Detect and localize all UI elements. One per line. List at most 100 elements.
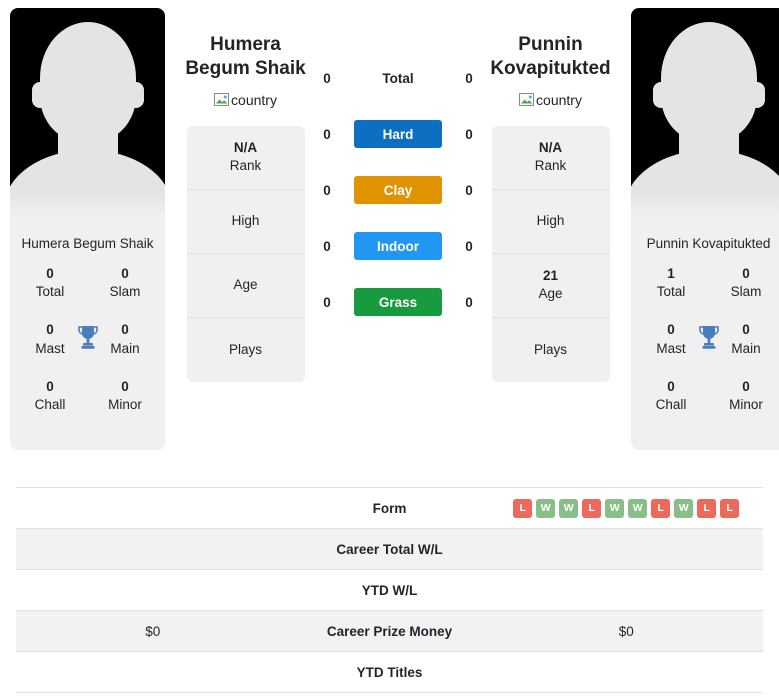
- surface-label-clay: Clay: [354, 176, 442, 204]
- titles-row: 0 Total 0 Slam: [18, 265, 157, 301]
- form-badges: LWWLWWLWLL: [513, 498, 740, 518]
- title-stat-value: 1: [667, 266, 675, 281]
- row-label: YTD Titles: [356, 664, 423, 680]
- info-label: Rank: [534, 158, 567, 173]
- info-value: N/A: [538, 140, 563, 156]
- table-row-career-prize-money: $0 Career Prize Money $0: [16, 611, 763, 652]
- table-row-form: Form LWWLWWLWLL: [16, 488, 763, 529]
- country-flag-left: country: [214, 92, 277, 108]
- surface-value-left: 0: [323, 126, 331, 142]
- surface-value-left: 0: [323, 294, 331, 310]
- row-value-right: $0: [618, 623, 634, 639]
- player-name-left: Humera Begum Shaik: [185, 33, 305, 81]
- info-cell-high: High: [491, 190, 610, 254]
- info-cell-rank: N/A Rank: [491, 126, 610, 190]
- title-stat-label: Chall: [655, 397, 687, 413]
- form-badge-win: W: [674, 498, 694, 518]
- title-stat-label: Mast: [656, 340, 686, 356]
- info-label: High: [231, 213, 260, 229]
- title-stat-value: 0: [742, 378, 750, 394]
- title-stat-main: 0 Main: [720, 321, 772, 357]
- form-badge-loss: L: [651, 498, 671, 518]
- player-comparison-page: Humera Begum Shaik 0 Total 0 Slam 0 Mast…: [0, 0, 779, 699]
- trophy-icon: [77, 326, 98, 349]
- player-card-name-left: Humera Begum Shaik: [21, 236, 154, 251]
- silhouette-ear-right: [127, 82, 144, 108]
- row-label: Career Total W/L: [336, 541, 443, 557]
- player-photo-card-left: Humera Begum Shaik 0 Total 0 Slam 0 Mast…: [10, 8, 165, 451]
- surface-value-right: 0: [465, 238, 473, 254]
- title-stat-label: Slam: [109, 284, 141, 300]
- player-name-right: Punnin Kovapitukted: [490, 33, 610, 81]
- form-badge-loss: L: [513, 498, 533, 518]
- surface-value-right: 0: [465, 126, 473, 142]
- country-alt-text: country: [231, 91, 277, 108]
- info-cell-plays: Plays: [187, 318, 305, 382]
- title-stat-main: 0 Main: [99, 321, 151, 357]
- title-stat-value: 0: [121, 266, 129, 281]
- info-value: N/A: [233, 140, 258, 156]
- form-badge-loss: L: [720, 498, 740, 518]
- player-info-column-left: Humera Begum Shaik country N/A Rank High…: [183, 8, 308, 382]
- info-value: 21: [542, 268, 559, 284]
- player-card-name-right: Punnin Kovapitukted: [646, 236, 771, 251]
- title-stat-label: Chall: [34, 397, 66, 413]
- info-cell-age: 21 Age: [491, 254, 610, 318]
- row-value-right: LWWLWWLWLL: [490, 498, 764, 518]
- title-stat-value: 0: [46, 378, 54, 394]
- player-name-line-1: Punnin: [518, 34, 583, 55]
- titles-row: 1 Total 0 Slam: [639, 265, 778, 301]
- surface-label-indoor: Indoor: [354, 232, 442, 260]
- title-stat-slam: 0 Slam: [720, 265, 772, 301]
- surface-value-right: 0: [465, 294, 473, 310]
- title-stat-label: Total: [35, 284, 65, 300]
- form-badge-win: W: [628, 498, 648, 518]
- row-label: YTD W/L: [361, 582, 418, 598]
- info-cell-rank: N/A Rank: [186, 126, 305, 190]
- titles-row: 0 Chall 0 Minor: [18, 378, 157, 414]
- player-photo-left: [10, 8, 165, 220]
- title-stat-value: 0: [667, 378, 675, 394]
- row-label: Form: [372, 500, 407, 516]
- info-label: Age: [538, 286, 563, 301]
- photo-fade-overlay: [10, 194, 165, 220]
- comparison-header: Humera Begum Shaik 0 Total 0 Slam 0 Mast…: [0, 0, 779, 480]
- title-stat-chall: 0 Chall: [24, 378, 76, 414]
- form-badge-win: W: [536, 498, 556, 518]
- player-name-line-2: Begum Shaik: [185, 57, 306, 79]
- player-info-card-right: N/A Rank High 21 Age Plays: [491, 125, 610, 382]
- info-cell-plays: Plays: [492, 318, 610, 382]
- title-stat-value: 0: [742, 266, 750, 281]
- title-stat-minor: 0 Minor: [720, 378, 772, 414]
- info-label: Plays: [533, 341, 567, 357]
- title-stat-chall: 0 Chall: [645, 378, 697, 414]
- table-row-ytd-wl: YTD W/L: [16, 570, 763, 611]
- comparison-table: Form LWWLWWLWLL Career Total W/L YTD W/L…: [16, 487, 763, 693]
- trophy-icon: [698, 326, 719, 349]
- title-stat-value: 0: [667, 322, 675, 338]
- titles-grid-left: 0 Total 0 Slam 0 Mast 0 Main 0 Chall 0 M…: [10, 265, 165, 450]
- info-cell-high: High: [186, 190, 305, 254]
- broken-image-icon: [214, 92, 230, 106]
- title-stat-label: Main: [110, 340, 140, 356]
- title-stat-mast: 0 Mast: [645, 321, 697, 357]
- title-stat-value: 0: [742, 322, 750, 338]
- title-stat-label: Mast: [35, 340, 65, 356]
- title-stat-label: Slam: [730, 284, 762, 300]
- form-badge-loss: L: [697, 498, 717, 518]
- surface-row-total: 0 Total 0: [318, 64, 478, 92]
- title-stat-total: 1 Total: [645, 265, 697, 301]
- info-cell-age: Age: [186, 254, 305, 318]
- info-label: Plays: [228, 341, 262, 357]
- info-label: Rank: [229, 158, 262, 173]
- player-photo-card-right: Punnin Kovapitukted 1 Total 0 Slam 0 Mas…: [631, 8, 779, 451]
- country-flag-right: country: [519, 92, 582, 108]
- surface-value-right: 0: [465, 70, 473, 86]
- title-stat-value: 0: [46, 266, 54, 281]
- player-info-card-left: N/A Rank High Age Plays: [186, 125, 305, 382]
- silhouette-ear-left: [652, 82, 669, 108]
- row-label: Career Prize Money: [326, 623, 453, 639]
- surface-value-left: 0: [323, 238, 331, 254]
- info-label: High: [536, 213, 565, 229]
- country-alt-text: country: [536, 91, 582, 108]
